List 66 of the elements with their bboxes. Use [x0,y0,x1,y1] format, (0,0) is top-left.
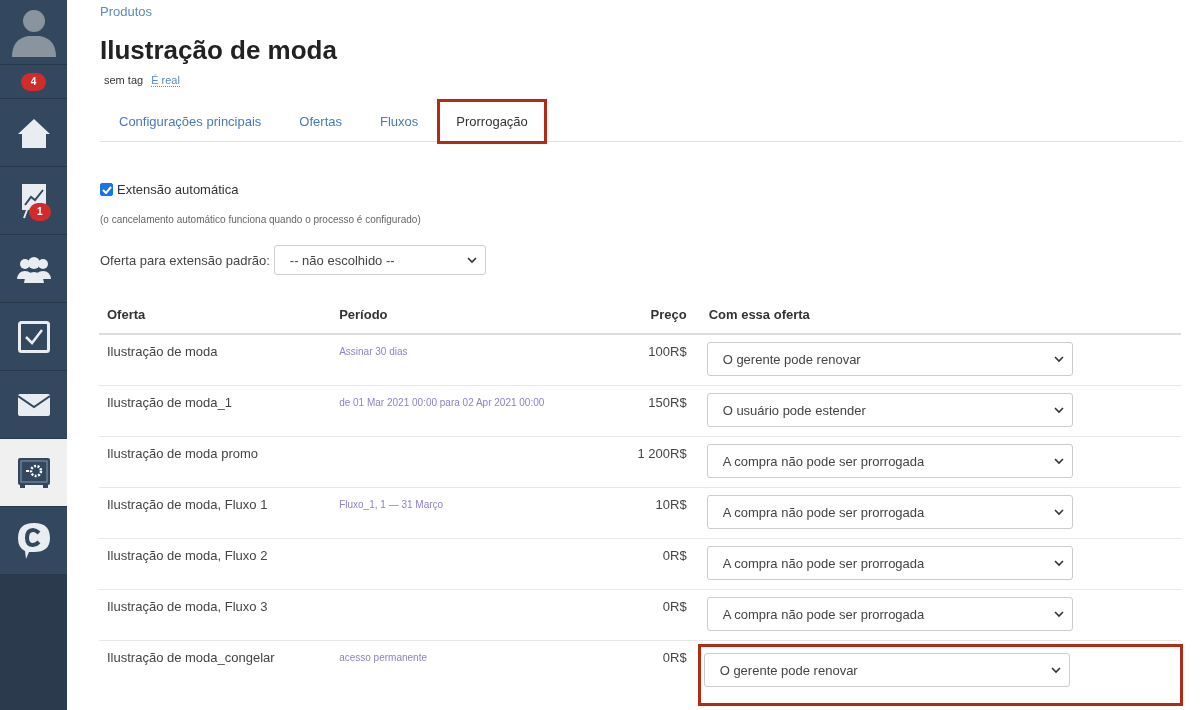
price-text: 1 200R$ [637,446,687,461]
chevron-down-icon [1050,666,1061,674]
tab[interactable]: Configurações principais [100,99,281,144]
period-text: Fluxo_1, 1 — 31 Março [339,499,444,510]
select-dropdown[interactable]: O gerente pode renovar [703,653,1070,687]
person-silhouette-icon [11,7,56,57]
period-text: acesso permanente [339,652,427,663]
count-badge: 4 [20,72,47,91]
table-cell: Ilustração de moda_1 [99,385,332,437]
select-dropdown[interactable]: A compra não pode ser prorrogada [706,444,1073,478]
checkbox[interactable] [100,183,113,196]
select-dropdown[interactable]: A compra não pode ser prorrogada [706,546,1073,580]
chevron-down-icon [1053,406,1064,414]
select-dropdown[interactable]: O gerente pode renovar [706,342,1073,376]
price-text: 100R$ [648,344,687,359]
sidebar-item[interactable] [0,303,67,371]
checkbox-icon [17,320,50,353]
tag-link[interactable]: É real [151,74,180,87]
column-header: Com essa oferta [700,305,1181,334]
column-header: Oferta [99,305,332,334]
chevron-down-icon [1053,559,1064,567]
tag-label: sem tag [104,74,144,86]
price-text: 0R$ [662,548,687,563]
select-dropdown[interactable]: A compra não pode ser prorrogada [706,495,1073,529]
house-icon [16,116,51,149]
price-text: 0R$ [662,599,687,614]
chevron-down-icon [1053,355,1064,363]
page-title: Ilustração de moda [100,35,337,66]
column-header: Preço [610,305,701,334]
breadcrumb-link[interactable]: Produtos [100,4,153,19]
sidebar-item[interactable] [0,371,67,439]
column-header: Período [331,305,611,334]
chevron-down-icon [1053,610,1064,618]
table-cell: Ilustração de moda, Fluxo 1 [99,487,332,539]
envelope-icon [17,393,50,416]
price-text: 0R$ [662,650,687,665]
hint-text: (o cancelamento automático funciona quando o processo é configurado) [100,214,422,225]
chevron-down-icon [1053,508,1064,516]
table-cell: Ilustração de moda [99,334,332,386]
sidebar-item[interactable] [0,439,67,507]
sidebar-item[interactable] [0,507,67,575]
table-cell: Ilustração de moda_congelar [99,640,332,706]
table-cell: Ilustração de moda promo [99,436,332,488]
select-dropdown[interactable]: -- não escolhido -- [273,245,486,275]
chevron-down-icon [466,256,477,264]
chevron-down-icon [1053,457,1064,465]
select-dropdown[interactable]: A compra não pode ser prorrogada [706,597,1073,631]
safe-icon [16,456,51,489]
sidebar-item[interactable]: 1 [0,167,67,235]
sidebar-item[interactable] [0,99,67,167]
field-label: Oferta para extensão padrão: [100,252,270,268]
price-text: 150R$ [648,395,687,410]
tab[interactable]: Ofertas [280,99,361,144]
sidebar-item[interactable] [0,235,67,303]
period-text: Assinar 30 dias [339,346,408,357]
table-cell: Ilustração de moda, Fluxo 3 [99,589,332,641]
select-dropdown[interactable]: O usuário pode estender [706,393,1073,427]
price-text: 10R$ [655,497,687,512]
count-badge: 1 [29,203,51,221]
tab[interactable]: Fluxos [361,99,438,144]
checkbox-label: Extensão automática [117,182,239,197]
period-text: de 01 Mar 2021 00:00 para 02 Apr 2021 00:00 [339,397,545,408]
table-cell: Ilustração de moda, Fluxo 2 [99,538,332,590]
tab[interactable]: Prorrogação [437,99,547,144]
chat-bubble-icon [16,521,51,560]
users-icon [16,254,51,283]
